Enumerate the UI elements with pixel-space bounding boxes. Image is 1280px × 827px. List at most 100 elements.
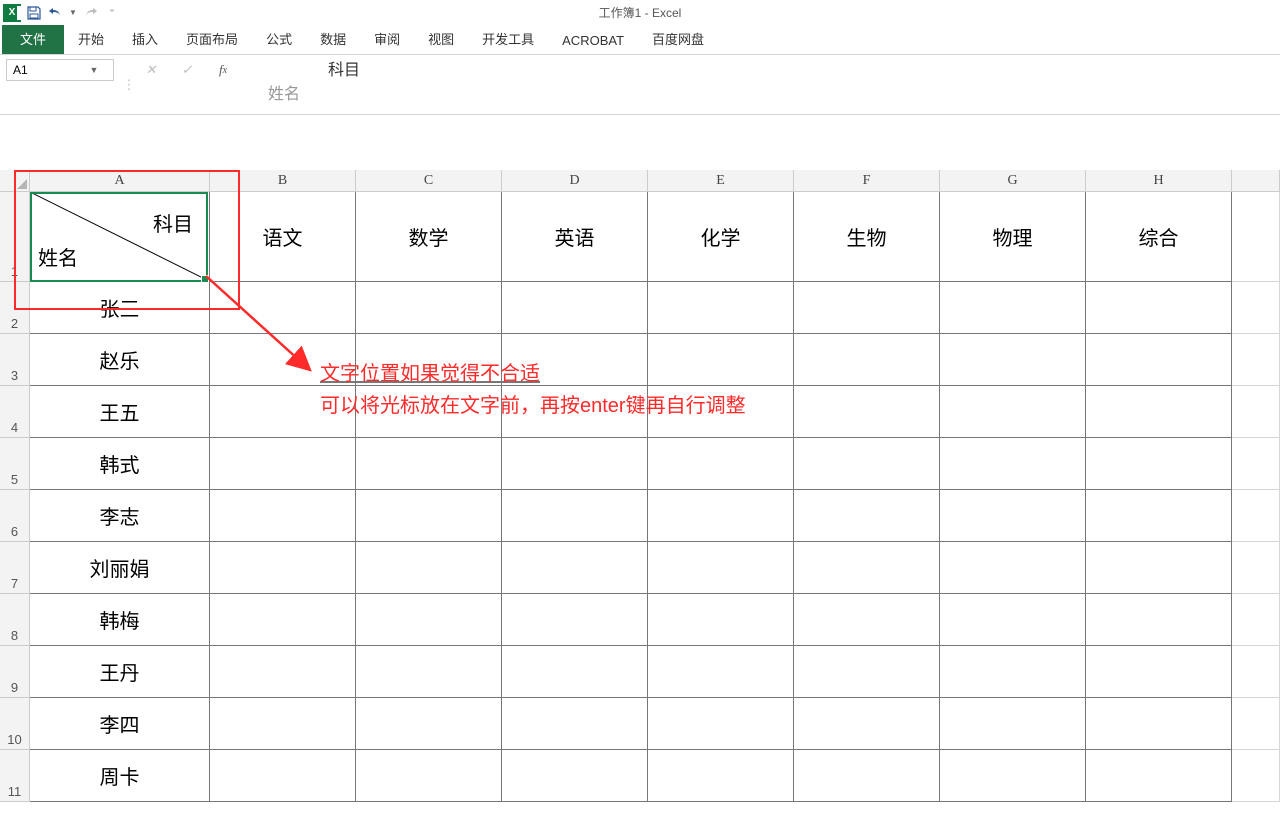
cell[interactable]: 物理: [940, 192, 1086, 282]
row-header[interactable]: 5: [0, 438, 30, 490]
cell[interactable]: [1086, 594, 1232, 646]
cell[interactable]: [502, 750, 648, 802]
cell[interactable]: [1232, 698, 1280, 750]
cell[interactable]: [648, 698, 794, 750]
cell[interactable]: 李四: [30, 698, 210, 750]
row-header[interactable]: 6: [0, 490, 30, 542]
cell[interactable]: [210, 542, 356, 594]
cell[interactable]: [1232, 334, 1280, 386]
row-header[interactable]: 4: [0, 386, 30, 438]
row-header[interactable]: 2: [0, 282, 30, 334]
cell[interactable]: [1086, 282, 1232, 334]
cell[interactable]: [502, 438, 648, 490]
column-header[interactable]: E: [648, 170, 794, 191]
cell[interactable]: [356, 542, 502, 594]
cell[interactable]: [356, 698, 502, 750]
cell[interactable]: [502, 542, 648, 594]
cell[interactable]: [940, 490, 1086, 542]
row-header[interactable]: 9: [0, 646, 30, 698]
cell[interactable]: [648, 438, 794, 490]
save-icon[interactable]: [24, 3, 44, 23]
cell[interactable]: [356, 750, 502, 802]
select-all-triangle[interactable]: [0, 170, 30, 191]
cell[interactable]: [356, 594, 502, 646]
cell[interactable]: [794, 282, 940, 334]
cell[interactable]: [356, 334, 502, 386]
cell[interactable]: [502, 282, 648, 334]
tab-insert[interactable]: 插入: [118, 23, 172, 54]
row-header[interactable]: 3: [0, 334, 30, 386]
cell[interactable]: [210, 282, 356, 334]
cell[interactable]: [1232, 282, 1280, 334]
cell[interactable]: [1232, 192, 1280, 282]
cell[interactable]: [1086, 386, 1232, 438]
name-box[interactable]: ▼: [6, 59, 114, 81]
tab-home[interactable]: 开始: [64, 23, 118, 54]
cell[interactable]: [940, 750, 1086, 802]
cell[interactable]: 张三: [30, 282, 210, 334]
name-box-dropdown-icon[interactable]: ▼: [87, 65, 101, 75]
spreadsheet-grid[interactable]: A B C D E F G H 1科目姓名语文数学英语化学生物物理综合2张三3赵…: [0, 170, 1280, 827]
cell[interactable]: [1086, 334, 1232, 386]
cell[interactable]: [940, 594, 1086, 646]
tab-data[interactable]: 数据: [306, 23, 360, 54]
cell[interactable]: [1232, 750, 1280, 802]
cell[interactable]: [1086, 750, 1232, 802]
cell[interactable]: [648, 334, 794, 386]
cell[interactable]: [502, 646, 648, 698]
cell[interactable]: [210, 698, 356, 750]
column-header[interactable]: F: [794, 170, 940, 191]
cell[interactable]: [210, 386, 356, 438]
cell[interactable]: [794, 334, 940, 386]
column-header-extra[interactable]: [1232, 170, 1280, 191]
cell[interactable]: [210, 594, 356, 646]
cell[interactable]: 科目姓名: [30, 192, 210, 282]
cell[interactable]: 王丹: [30, 646, 210, 698]
row-header[interactable]: 11: [0, 750, 30, 802]
cell[interactable]: 李志: [30, 490, 210, 542]
tab-view[interactable]: 视图: [414, 23, 468, 54]
cell[interactable]: 化学: [648, 192, 794, 282]
cell[interactable]: [210, 646, 356, 698]
column-header[interactable]: G: [940, 170, 1086, 191]
cell[interactable]: 英语: [502, 192, 648, 282]
cell[interactable]: 刘丽娟: [30, 542, 210, 594]
cell[interactable]: 周卡: [30, 750, 210, 802]
row-header[interactable]: 8: [0, 594, 30, 646]
name-box-input[interactable]: [7, 61, 87, 79]
column-header[interactable]: A: [30, 170, 210, 191]
column-header[interactable]: D: [502, 170, 648, 191]
redo-icon[interactable]: [80, 3, 100, 23]
cell[interactable]: [1086, 542, 1232, 594]
cell[interactable]: [502, 490, 648, 542]
cell[interactable]: [648, 646, 794, 698]
cell[interactable]: [210, 438, 356, 490]
cell[interactable]: 综合: [1086, 192, 1232, 282]
cell[interactable]: [1232, 594, 1280, 646]
cell[interactable]: [1232, 386, 1280, 438]
cell[interactable]: [356, 646, 502, 698]
cell[interactable]: [940, 542, 1086, 594]
qat-customize-icon[interactable]: ⁼: [102, 3, 122, 23]
cell[interactable]: [794, 542, 940, 594]
cell[interactable]: [648, 386, 794, 438]
cell[interactable]: [940, 334, 1086, 386]
cell[interactable]: 韩梅: [30, 594, 210, 646]
column-header[interactable]: B: [210, 170, 356, 191]
cell[interactable]: [502, 386, 648, 438]
undo-dropdown-icon[interactable]: ▼: [68, 3, 78, 23]
cell[interactable]: [1086, 646, 1232, 698]
cell[interactable]: [794, 386, 940, 438]
cell[interactable]: 数学: [356, 192, 502, 282]
cell[interactable]: [502, 594, 648, 646]
cell[interactable]: [648, 750, 794, 802]
cell[interactable]: 语文: [210, 192, 356, 282]
cell[interactable]: [794, 594, 940, 646]
cell[interactable]: [356, 490, 502, 542]
cell[interactable]: [210, 750, 356, 802]
fx-icon[interactable]: fx: [210, 59, 236, 81]
row-header[interactable]: 1: [0, 192, 30, 282]
tab-developer[interactable]: 开发工具: [468, 23, 548, 54]
cell[interactable]: [1086, 438, 1232, 490]
cell[interactable]: [648, 542, 794, 594]
